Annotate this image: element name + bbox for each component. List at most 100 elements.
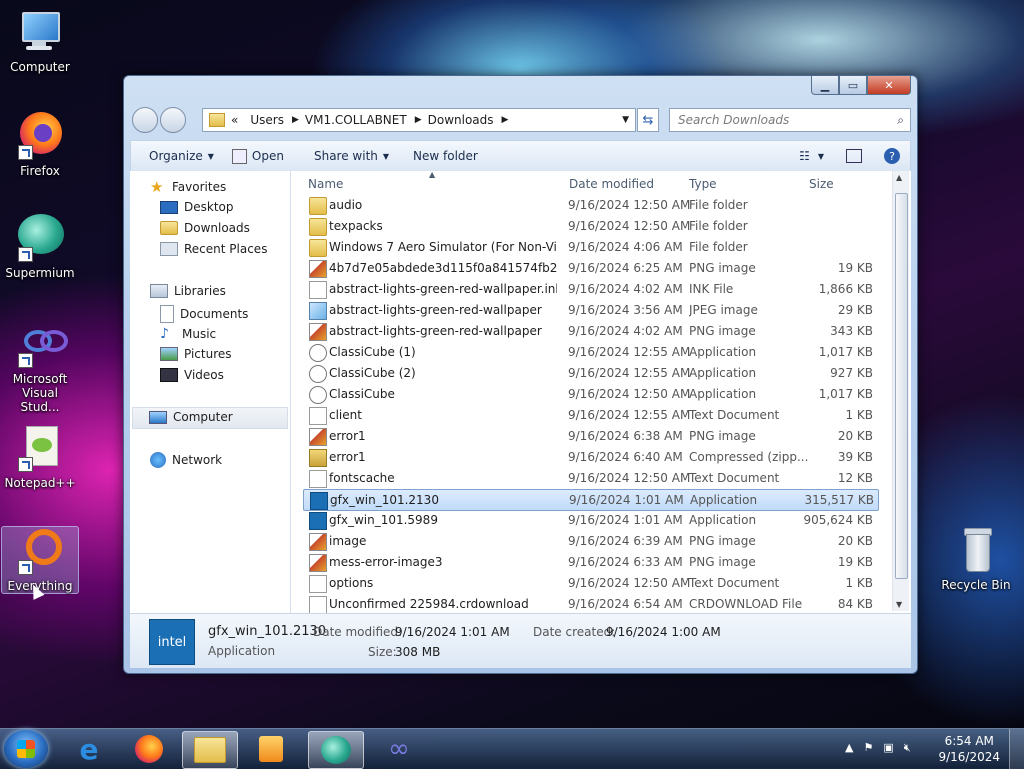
back-button[interactable]	[132, 107, 158, 133]
file-row[interactable]: ClassiCube (1) 9/16/2024 12:55 AM Applicat…	[303, 342, 877, 362]
taskbar-explorer-button[interactable]	[182, 731, 238, 769]
close-icon: ✕	[884, 78, 894, 92]
png-image-icon	[309, 323, 327, 341]
breadcrumb-downloads[interactable]: Downloads	[428, 113, 494, 127]
file-row[interactable]: gfx_win_101.5989 9/16/2024 1:01 AM Applica…	[303, 510, 877, 530]
file-row[interactable]: Windows 7 Aero Simulator (For Non-Vid...…	[303, 237, 877, 257]
refresh-button[interactable]: ⇆	[637, 108, 659, 132]
nav-videos[interactable]: Videos	[160, 368, 224, 382]
file-row[interactable]: texpacks 9/16/2024 12:50 AM File folder	[303, 216, 877, 236]
column-header-type[interactable]: Type	[689, 177, 717, 191]
taskbar-visual-studio-button[interactable]: ∞	[372, 731, 426, 767]
search-placeholder: Search Downloads	[678, 113, 790, 127]
nav-pictures[interactable]: Pictures	[160, 347, 232, 361]
show-desktop-button[interactable]	[1009, 729, 1024, 769]
file-row[interactable]: error1 9/16/2024 6:40 AM Compressed (zipp.…	[303, 447, 877, 467]
start-button[interactable]	[4, 730, 48, 768]
file-row[interactable]: mess-error-image3 9/16/2024 6:33 AM PNG im…	[303, 552, 877, 572]
network-tray-icon[interactable]: ▣	[883, 741, 893, 755]
firefox-icon	[135, 735, 163, 763]
nav-favorites[interactable]: ★ Favorites	[150, 179, 226, 195]
scroll-up-icon[interactable]: ▲	[896, 173, 902, 182]
chevron-right-icon[interactable]: ▶	[292, 115, 299, 125]
taskbar-media-player-button[interactable]	[244, 731, 298, 767]
column-header-date[interactable]: Date modified	[569, 177, 654, 191]
nav-recent-places[interactable]: Recent Places	[160, 242, 267, 256]
clock[interactable]: 6:54 AM 9/16/2024	[938, 733, 1000, 765]
file-list[interactable]: Name ▲ Date modified Type Size audio 9/16…	[291, 170, 911, 614]
nav-libraries[interactable]: Libraries	[150, 284, 226, 298]
taskbar-firefox-button[interactable]	[122, 731, 176, 767]
file-size: 12 KB	[837, 471, 873, 485]
volume-muted-icon[interactable]: 🔇︎	[904, 741, 911, 755]
maximize-button[interactable]: ▭	[839, 76, 867, 95]
application-icon	[309, 365, 327, 383]
open-button[interactable]: Open	[231, 148, 284, 164]
file-row[interactable]: ClassiCube (2) 9/16/2024 12:55 AM Applicat…	[303, 363, 877, 383]
address-bar[interactable]: « Users ▶ VM1.COLLABNET ▶ Downloads ▶ ▼	[202, 108, 636, 132]
new-folder-button[interactable]: New folder	[413, 149, 478, 163]
file-row[interactable]: ClassiCube 9/16/2024 12:50 AM Application 1…	[303, 384, 877, 404]
scrollbar-thumb[interactable]	[895, 193, 908, 579]
desktop-icon-computer[interactable]: Computer	[2, 8, 78, 74]
view-options-button[interactable]: ☷ ▼	[799, 149, 824, 163]
desktop-icon-supermium[interactable]: Supermium	[2, 214, 78, 280]
desktop-icon-label: Supermium	[5, 266, 75, 280]
nav-network[interactable]: Network	[150, 452, 222, 468]
help-button[interactable]: ?	[884, 148, 900, 164]
nav-music[interactable]: ♪ Music	[160, 326, 216, 342]
taskbar-supermium-button[interactable]	[308, 731, 364, 769]
nav-computer[interactable]: Computer	[132, 407, 288, 429]
pictures-icon	[160, 347, 178, 361]
desktop-icon-visual-studio[interactable]: Microsoft Visual Stud...	[2, 320, 78, 414]
column-header-size[interactable]: Size	[809, 177, 834, 191]
file-row[interactable]: client 9/16/2024 12:55 AM Text Document 1 K…	[303, 405, 877, 425]
address-dropdown-icon[interactable]: ▼	[622, 115, 629, 125]
file-row[interactable]: 4b7d7e05abdede3d115f0a841574fb20da7... 9/…	[303, 258, 877, 278]
file-row[interactable]: abstract-lights-green-red-wallpaper 9/16/…	[303, 300, 877, 320]
file-type: Text Document	[689, 408, 780, 422]
action-center-flag-icon[interactable]: ⚑	[863, 741, 873, 755]
file-row[interactable]: audio 9/16/2024 12:50 AM File folder	[303, 195, 877, 215]
desktop-icon-everything[interactable]: Everything	[1, 526, 79, 594]
file-row[interactable]: options 9/16/2024 12:50 AM Text Document 1 …	[303, 573, 877, 593]
taskbar-ie-button[interactable]: e	[62, 731, 116, 767]
breadcrumb-overflow[interactable]: «	[231, 113, 238, 127]
file-row[interactable]: abstract-lights-green-red-wallpaper 9/16/…	[303, 321, 877, 341]
desktop-icon-notepadpp[interactable]: Notepad++	[2, 424, 78, 490]
nav-desktop[interactable]: Desktop	[160, 200, 234, 214]
explorer-window[interactable]: ▁ ▭ ✕ « Users ▶ VM1.COLLABNET ▶ Download…	[123, 75, 918, 674]
column-header-name[interactable]: Name	[308, 177, 343, 191]
forward-button[interactable]	[160, 107, 186, 133]
file-row[interactable]: fontscache 9/16/2024 12:50 AM Text Documen…	[303, 468, 877, 488]
organize-button[interactable]: Organize ▼	[149, 149, 214, 163]
show-hidden-icons-icon[interactable]: ▲	[845, 741, 853, 755]
nav-documents[interactable]: Documents	[160, 305, 248, 323]
folder-icon	[309, 239, 327, 257]
chevron-right-icon[interactable]: ▶	[415, 115, 422, 125]
nav-downloads[interactable]: Downloads	[160, 221, 250, 235]
file-name: mess-error-image3	[329, 555, 443, 569]
desktop-icon-firefox[interactable]: Firefox	[2, 112, 78, 178]
application-icon	[309, 344, 327, 362]
desktop-icon-recycle-bin[interactable]: Recycle Bin	[936, 526, 1016, 592]
search-input[interactable]: Search Downloads ⌕	[669, 108, 911, 132]
breadcrumb-vm1[interactable]: VM1.COLLABNET	[305, 113, 407, 127]
minimize-button[interactable]: ▁	[811, 76, 839, 95]
file-row[interactable]: error1 9/16/2024 6:38 AM PNG image 20 KB	[303, 426, 877, 446]
preview-pane-button[interactable]	[846, 149, 862, 163]
share-with-button[interactable]: Share with ▼	[314, 149, 389, 163]
desktop-icon-label: Microsoft Visual Stud...	[12, 372, 68, 414]
png-image-icon	[309, 428, 327, 446]
breadcrumb-users[interactable]: Users	[250, 113, 284, 127]
file-row[interactable]: image 9/16/2024 6:39 AM PNG image 20 KB	[303, 531, 877, 551]
recycle-bin-icon	[952, 526, 1000, 574]
scroll-down-icon[interactable]: ▼	[896, 600, 902, 609]
file-row[interactable]: Unconfirmed 225984.crdownload 9/16/2024 6…	[303, 594, 877, 614]
file-row[interactable]: gfx_win_101.2130 9/16/2024 1:01 AM Applica…	[303, 489, 879, 511]
file-name: texpacks	[329, 219, 383, 233]
close-button[interactable]: ✕	[867, 76, 911, 95]
chevron-right-icon[interactable]: ▶	[502, 115, 509, 125]
file-row[interactable]: abstract-lights-green-red-wallpaper.ink 9…	[303, 279, 877, 299]
vertical-scrollbar[interactable]: ▲ ▼	[892, 171, 909, 611]
